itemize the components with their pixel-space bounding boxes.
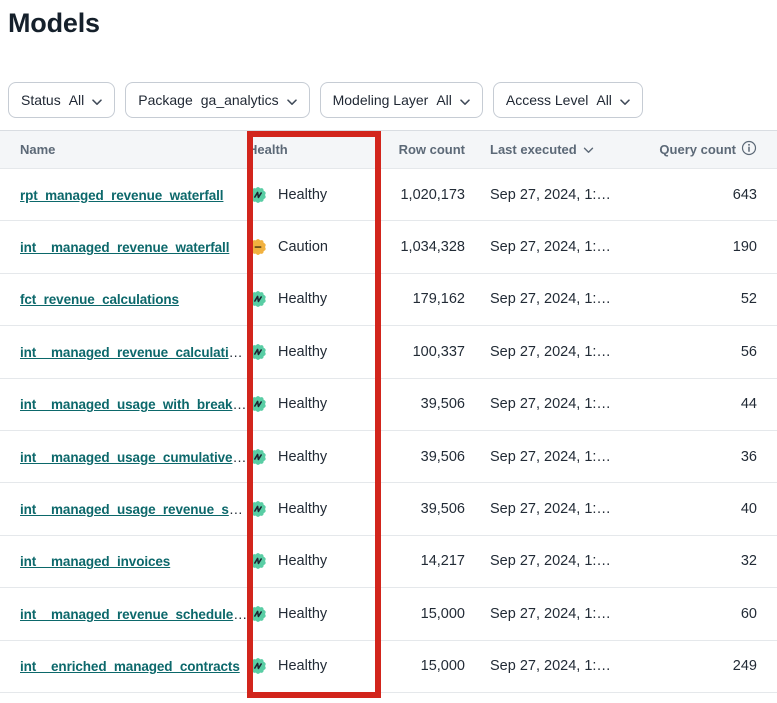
model-name-link[interactable]: int__managed_revenue_calculations — [20, 344, 248, 360]
query-count-cell: 36 — [640, 449, 757, 465]
health-label: Caution — [278, 239, 328, 255]
health-label: Healthy — [278, 396, 327, 412]
last-executed-cell: Sep 27, 2024, 1:… — [465, 239, 640, 255]
model-name-link[interactable]: fct_revenue_calculations — [20, 292, 179, 307]
health-status-icon — [248, 604, 268, 624]
last-executed-cell: Sep 27, 2024, 1:… — [465, 606, 640, 622]
model-name-link[interactable]: int__managed_usage_cumulative_… — [20, 449, 248, 465]
table-row: int__managed_usage_cumulative_… Healthy … — [0, 431, 777, 483]
table-row: int__managed_revenue_schedule_… Healthy … — [0, 588, 777, 640]
filter-package[interactable]: Package ga_analytics — [125, 82, 309, 118]
last-executed-cell: Sep 27, 2024, 1:… — [465, 187, 640, 203]
model-name-link[interactable]: int__managed_revenue_schedule_… — [20, 606, 248, 622]
table-row: int__managed_revenue_calculations Health… — [0, 326, 777, 378]
filter-package-label: Package — [138, 92, 192, 108]
health-status-icon — [248, 342, 268, 362]
table-row: rpt_managed_revenue_waterfall Healthy 1,… — [0, 169, 777, 221]
models-table: Name Health Row count Last executed Quer… — [0, 130, 777, 693]
model-name-link[interactable]: rpt_managed_revenue_waterfall — [20, 188, 223, 203]
health-status-icon — [248, 289, 268, 309]
model-name-link[interactable]: int__managed_invoices — [20, 554, 170, 569]
table-row: int__managed_revenue_waterfall Caution 1… — [0, 221, 777, 273]
last-executed-cell: Sep 27, 2024, 1:… — [465, 291, 640, 307]
health-status-icon — [248, 237, 268, 257]
table-row: int__managed_invoices Healthy 14,217 Sep… — [0, 536, 777, 588]
column-header-last-executed[interactable]: Last executed — [465, 142, 640, 157]
health-status-icon — [248, 499, 268, 519]
query-count-cell: 643 — [640, 187, 757, 203]
last-executed-cell: Sep 27, 2024, 1:… — [465, 553, 640, 569]
filter-access-level-label: Access Level — [506, 92, 588, 108]
health-label: Healthy — [278, 187, 327, 203]
column-header-health: Health — [248, 142, 381, 157]
health-status-icon — [248, 394, 268, 414]
health-status-icon — [248, 185, 268, 205]
table-body: rpt_managed_revenue_waterfall Healthy 1,… — [0, 169, 777, 693]
filter-bar: Status All Package ga_analytics Modeling… — [8, 82, 777, 118]
chevron-down-icon — [460, 93, 470, 109]
query-count-cell: 40 — [640, 501, 757, 517]
filter-access-level-value: All — [596, 92, 612, 108]
row-count-cell: 179,162 — [381, 291, 465, 307]
table-row: int__enriched_managed_contracts Healthy … — [0, 641, 777, 693]
filter-status[interactable]: Status All — [8, 82, 115, 118]
row-count-cell: 1,034,328 — [381, 239, 465, 255]
query-count-cell: 52 — [640, 291, 757, 307]
health-label: Healthy — [278, 291, 327, 307]
table-row: int__managed_usage_with_breaka… Healthy … — [0, 379, 777, 431]
chevron-down-icon — [620, 93, 630, 109]
table-row: fct_revenue_calculations Healthy 179,162… — [0, 274, 777, 326]
row-count-cell: 100,337 — [381, 344, 465, 360]
last-executed-cell: Sep 27, 2024, 1:… — [465, 658, 640, 674]
health-label: Healthy — [278, 606, 327, 622]
column-header-row-count: Row count — [381, 142, 465, 157]
last-executed-cell: Sep 27, 2024, 1:… — [465, 501, 640, 517]
row-count-cell: 39,506 — [381, 501, 465, 517]
query-count-cell: 56 — [640, 344, 757, 360]
column-header-name: Name — [20, 142, 248, 157]
health-status-icon — [248, 656, 268, 676]
query-count-cell: 190 — [640, 239, 757, 255]
row-count-cell: 39,506 — [381, 449, 465, 465]
chevron-down-icon — [287, 93, 297, 109]
query-count-cell: 44 — [640, 396, 757, 412]
chevron-down-icon — [92, 93, 102, 109]
filter-modeling-layer-value: All — [436, 92, 452, 108]
info-icon[interactable] — [741, 140, 757, 159]
sort-chevron-down-icon — [583, 142, 594, 157]
model-name-link[interactable]: int__enriched_managed_contracts — [20, 659, 240, 674]
row-count-cell: 39,506 — [381, 396, 465, 412]
health-label: Healthy — [278, 344, 327, 360]
row-count-cell: 15,000 — [381, 658, 465, 674]
filter-access-level[interactable]: Access Level All — [493, 82, 643, 118]
row-count-cell: 1,020,173 — [381, 187, 465, 203]
filter-modeling-layer-label: Modeling Layer — [333, 92, 429, 108]
last-executed-cell: Sep 27, 2024, 1:… — [465, 344, 640, 360]
query-count-cell: 60 — [640, 606, 757, 622]
filter-modeling-layer[interactable]: Modeling Layer All — [320, 82, 483, 118]
health-status-icon — [248, 551, 268, 571]
model-name-link[interactable]: int__managed_revenue_waterfall — [20, 240, 229, 255]
last-executed-cell: Sep 27, 2024, 1:… — [465, 396, 640, 412]
health-label: Healthy — [278, 553, 327, 569]
model-name-link[interactable]: int__managed_usage_with_breaka… — [20, 396, 248, 412]
health-label: Healthy — [278, 658, 327, 674]
column-header-query-count: Query count — [640, 140, 757, 159]
health-label: Healthy — [278, 501, 327, 517]
filter-status-value: All — [69, 92, 85, 108]
models-page: Models Status All Package ga_analytics M… — [0, 6, 777, 703]
health-status-icon — [248, 447, 268, 467]
page-title: Models — [8, 6, 777, 40]
health-label: Healthy — [278, 449, 327, 465]
filter-package-value: ga_analytics — [201, 92, 279, 108]
query-count-cell: 32 — [640, 553, 757, 569]
model-name-link[interactable]: int__managed_usage_revenue_sc… — [20, 501, 248, 517]
query-count-cell: 249 — [640, 658, 757, 674]
filter-status-label: Status — [21, 92, 61, 108]
row-count-cell: 14,217 — [381, 553, 465, 569]
table-header-row: Name Health Row count Last executed Quer… — [0, 131, 777, 169]
table-row: int__managed_usage_revenue_sc… Healthy 3… — [0, 483, 777, 535]
last-executed-cell: Sep 27, 2024, 1:… — [465, 449, 640, 465]
row-count-cell: 15,000 — [381, 606, 465, 622]
